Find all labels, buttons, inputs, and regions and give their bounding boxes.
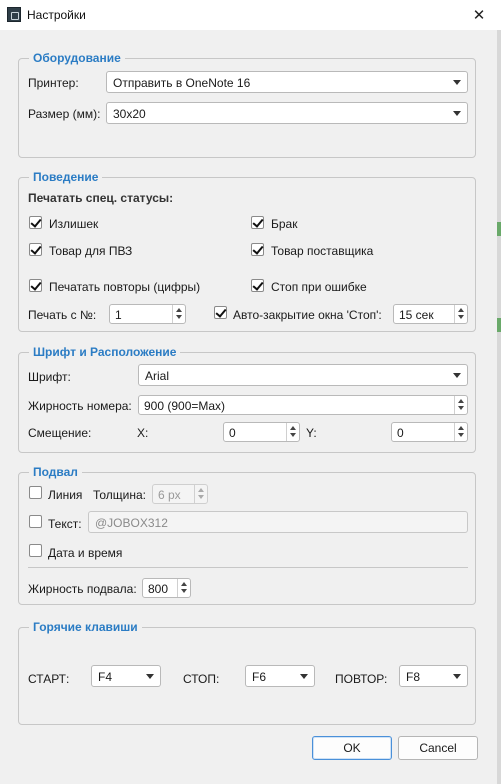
close-icon: ✕ <box>472 7 486 24</box>
chevron-down-icon <box>453 674 461 679</box>
print-from-value: 1 <box>115 308 122 322</box>
hotkeys-group: Горячие клавиши СТАРТ: F4 СТОП: F6 ПОВТО… <box>18 620 476 725</box>
surplus-label: Излишек <box>49 217 99 231</box>
spin-arrows-icon[interactable] <box>286 423 299 441</box>
font-value: Arial <box>145 369 170 383</box>
offset-y-spinbox[interactable]: 0 <box>391 422 468 442</box>
supplier-item-label: Товар поставщика <box>271 244 374 258</box>
chevron-down-icon <box>453 373 461 378</box>
special-statuses-label: Печатать спец. статусы: <box>28 191 174 205</box>
offset-y-label: Y: <box>306 426 317 440</box>
footer-group: Подвал Линия Толщина: 6 px Текст: @JOBOX… <box>18 465 476 605</box>
repeat-hotkey-label: ПОВТОР: <box>335 672 388 686</box>
surplus-checkbox[interactable] <box>29 216 42 229</box>
print-repeats-checkbox[interactable] <box>29 279 42 292</box>
cancel-button[interactable]: Cancel <box>398 736 478 760</box>
offset-x-spinbox[interactable]: 0 <box>223 422 300 442</box>
start-hotkey-select[interactable]: F4 <box>91 665 161 687</box>
defect-checkbox[interactable] <box>251 216 264 229</box>
offset-y-value: 0 <box>397 426 404 440</box>
footer-text-checkbox[interactable] <box>29 515 42 528</box>
size-value: 30x20 <box>113 107 146 121</box>
spin-arrows-icon[interactable] <box>194 485 207 503</box>
thickness-spinbox[interactable]: 6 px <box>152 484 208 504</box>
thickness-label: Толщина: <box>93 488 147 502</box>
stop-hotkey-select[interactable]: F6 <box>245 665 315 687</box>
print-from-spinbox[interactable]: 1 <box>109 304 186 324</box>
stop-on-error-label: Стоп при ошибке <box>271 280 367 294</box>
repeat-hotkey-select[interactable]: F8 <box>399 665 468 687</box>
close-button[interactable]: ✕ <box>457 0 501 30</box>
pvz-item-label: Товар для ПВЗ <box>49 244 133 258</box>
offset-x-label: X: <box>137 426 149 440</box>
footer-text-input[interactable]: @JOBOX312 <box>88 511 468 533</box>
printer-select[interactable]: Отправить в OneNote 16 <box>106 71 468 93</box>
footer-weight-label: Жирность подвала: <box>28 582 137 596</box>
start-hotkey-value: F4 <box>98 670 113 684</box>
chevron-down-icon <box>453 111 461 116</box>
print-from-label: Печать с №: <box>28 308 97 322</box>
stop-hotkey-label: СТОП: <box>183 672 220 686</box>
background-marker <box>497 318 501 332</box>
footer-weight-spinbox[interactable]: 800 <box>142 578 191 598</box>
spin-arrows-icon[interactable] <box>454 396 467 414</box>
size-select[interactable]: 30x20 <box>106 102 468 124</box>
settings-window: Настройки ✕ Оборудование Принтер: Отправ… <box>0 0 501 784</box>
font-group: Шрифт и Расположение Шрифт: Arial Жирнос… <box>18 345 476 453</box>
footer-weight-value: 800 <box>148 582 169 596</box>
offset-x-value: 0 <box>229 426 236 440</box>
thickness-value: 6 px <box>158 488 181 502</box>
chevron-down-icon <box>300 674 308 679</box>
spin-arrows-icon[interactable] <box>172 305 185 323</box>
repeat-hotkey-value: F8 <box>406 670 421 684</box>
printer-label: Принтер: <box>28 76 79 90</box>
spin-arrows-icon[interactable] <box>454 423 467 441</box>
spin-arrows-icon[interactable] <box>454 305 467 323</box>
number-weight-value: 900 (900=Max) <box>144 399 226 413</box>
print-repeats-label: Печатать повторы (цифры) <box>49 280 201 294</box>
number-weight-label: Жирность номера: <box>28 399 132 413</box>
background-window-edge <box>497 30 501 784</box>
chevron-down-icon <box>146 674 154 679</box>
stop-hotkey-value: F6 <box>252 670 267 684</box>
spin-arrows-icon[interactable] <box>177 579 190 597</box>
autoclose-spinbox[interactable]: 15 сек <box>393 304 468 324</box>
chevron-down-icon <box>453 80 461 85</box>
title-bar: Настройки ✕ <box>0 0 501 30</box>
window-title: Настройки <box>27 8 86 22</box>
hotkeys-legend: Горячие клавиши <box>29 620 142 634</box>
behavior-group: Поведение Печатать спец. статусы: Излише… <box>18 170 476 332</box>
footer-line-checkbox[interactable] <box>29 486 42 499</box>
footer-text-label: Текст: <box>48 517 82 531</box>
hardware-legend: Оборудование <box>29 51 125 65</box>
font-legend: Шрифт и Расположение <box>29 345 181 359</box>
start-hotkey-label: СТАРТ: <box>28 672 70 686</box>
printer-value: Отправить в OneNote 16 <box>113 76 251 90</box>
app-icon <box>7 7 21 22</box>
ok-button[interactable]: OK <box>312 736 392 760</box>
stop-on-error-checkbox[interactable] <box>251 279 264 292</box>
autoclose-value: 15 сек <box>399 308 434 322</box>
font-label: Шрифт: <box>28 370 71 384</box>
autoclose-checkbox[interactable] <box>214 306 227 319</box>
footer-line-label: Линия <box>48 488 83 502</box>
footer-text-placeholder: @JOBOX312 <box>95 516 168 530</box>
autoclose-label: Авто-закрытие окна 'Стоп': <box>233 308 382 322</box>
hardware-group: Оборудование Принтер: Отправить в OneNot… <box>18 51 476 158</box>
footer-divider <box>28 567 468 568</box>
defect-label: Брак <box>271 217 298 231</box>
footer-datetime-label: Дата и время <box>48 546 123 560</box>
font-select[interactable]: Arial <box>138 364 468 386</box>
number-weight-spinbox[interactable]: 900 (900=Max) <box>138 395 468 415</box>
footer-datetime-checkbox[interactable] <box>29 544 42 557</box>
size-label: Размер (мм): <box>28 107 101 121</box>
offset-label: Смещение: <box>28 426 92 440</box>
behavior-legend: Поведение <box>29 170 103 184</box>
background-marker <box>497 222 501 236</box>
pvz-item-checkbox[interactable] <box>29 243 42 256</box>
supplier-item-checkbox[interactable] <box>251 243 264 256</box>
footer-legend: Подвал <box>29 465 82 479</box>
